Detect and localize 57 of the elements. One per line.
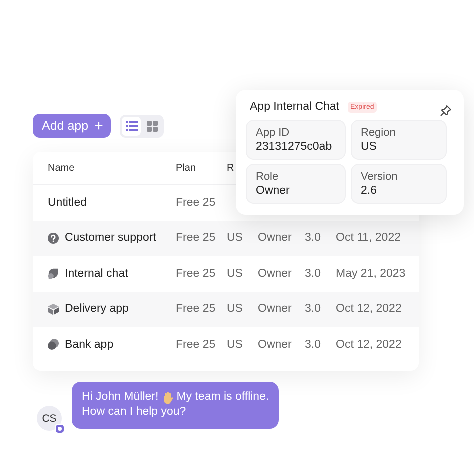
table-cell-text: Owner (258, 338, 293, 351)
grid-icon (147, 120, 158, 132)
app-name: Customer support (65, 232, 156, 244)
detail-label: Region (361, 127, 397, 139)
detail-label: Version (361, 171, 399, 183)
table-cell-text: Owner (258, 232, 293, 244)
table-cell-text: US (227, 268, 244, 280)
column-header: Name (48, 162, 76, 174)
detail-value: US (361, 141, 378, 153)
message-text: My team is offline. (176, 390, 270, 405)
detail-value: 23131275c0ab (256, 141, 334, 153)
table-cell-text: Owner (258, 303, 293, 316)
table-cell-text: Free 25 (176, 232, 217, 244)
table-cell-text: Free 25 (176, 303, 217, 316)
detail-label: Role (256, 171, 280, 183)
table-cell-text: Free 25 (176, 338, 217, 351)
add-app-button[interactable]: Add app + (33, 114, 112, 138)
table-row[interactable]: Bank app Free 25 US Owner 3.0 Oct 12, 2022 (33, 327, 419, 362)
table-cell-text: Oct 11, 2022 (336, 232, 402, 244)
table-row[interactable]: Customer support Free 25 US Owner 3.0 Oct 11, 2022 (33, 220, 419, 256)
chat-bubbles-icon (48, 268, 59, 280)
cube-icon (48, 304, 59, 315)
list-icon (126, 121, 138, 131)
table-cell-text: Free 25 (176, 268, 217, 280)
question-icon (48, 232, 59, 244)
app-name: Untitled (48, 196, 87, 209)
table-row[interactable]: Internal chat Free 25 US Owner 3.0 May 21, 2023 (33, 256, 419, 292)
table-cell-text: Free 25 (176, 196, 217, 209)
popup-title: App Internal Chat (250, 101, 340, 113)
table-cell-text: US (227, 338, 244, 351)
table-cell-text: US (227, 232, 244, 244)
table-cell-text: May 21, 2023 (336, 268, 407, 280)
pin-icon[interactable] (440, 105, 452, 117)
coins-icon (48, 339, 59, 350)
status-badge-icon (55, 424, 65, 434)
column-header: R (227, 162, 236, 174)
table-cell-text: Oct 12, 2022 (336, 338, 403, 351)
table-row[interactable]: Delivery app Free 25 US Owner 3.0 Oct 12, 2022 (33, 292, 419, 327)
table-cell-text: 3.0 (305, 268, 322, 280)
table-cell-text: Owner (258, 268, 293, 280)
app-name: Delivery app (65, 303, 129, 316)
table-cell-text: Oct 12, 2022 (336, 303, 403, 316)
column-header: Plan (176, 162, 198, 174)
avatar-initials: CS (42, 412, 57, 424)
detail-value: Owner (256, 185, 291, 197)
table-cell-text: US (227, 303, 244, 316)
app-name: Internal chat (65, 268, 128, 280)
detail-value: 2.6 (361, 185, 378, 197)
message-text: Hi John Müller! (82, 390, 159, 405)
table-cell-text: 3.0 (305, 303, 322, 316)
table-cell-text: 3.0 (305, 232, 322, 244)
message-text: How can I help you? (82, 405, 186, 420)
app-name: Bank app (65, 338, 114, 351)
hand-icon (162, 392, 173, 404)
detail-label: App ID (256, 127, 291, 139)
list-view-button[interactable] (122, 116, 142, 136)
table-cell-text: 3.0 (305, 338, 322, 351)
